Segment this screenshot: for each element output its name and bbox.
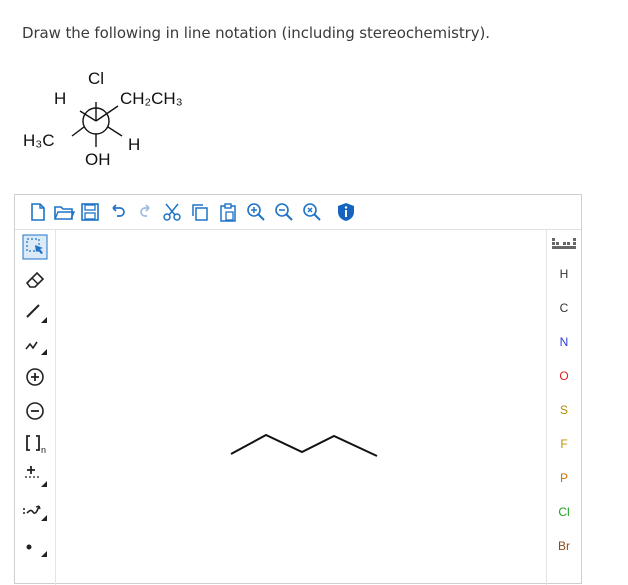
new-document-icon[interactable] (27, 201, 49, 223)
label-ch2ch3: CH₂CH₃ (120, 89, 183, 108)
element-palette: H C N O S F P Cl Br (546, 229, 581, 585)
element-button-c[interactable]: C (547, 301, 581, 315)
open-folder-icon[interactable] (53, 201, 75, 223)
element-button-h[interactable]: H (547, 267, 581, 281)
element-button-p[interactable]: P (547, 471, 581, 485)
label-oh: OH (85, 150, 111, 169)
label-h-back: H (128, 135, 140, 154)
zoom-fit-icon[interactable] (301, 201, 323, 223)
undo-icon[interactable] (107, 201, 129, 223)
structure-editor: n H C N O S F P Cl Br (14, 194, 582, 585)
label-h3c: H₃C (23, 131, 54, 150)
left-toolbar: n (15, 229, 56, 585)
lone-pair-icon[interactable] (21, 531, 49, 559)
zoom-in-icon[interactable] (245, 201, 267, 223)
element-button-f[interactable]: F (547, 437, 581, 451)
element-button-s[interactable]: S (547, 403, 581, 417)
periodic-table-icon[interactable] (551, 237, 577, 251)
cut-icon[interactable] (161, 201, 183, 223)
newman-projection: Cl H CH₂CH₃ H₃C H OH (23, 69, 183, 169)
copy-icon[interactable] (189, 201, 211, 223)
drawing-canvas[interactable] (56, 230, 548, 585)
drawn-skeletal-structure[interactable] (230, 433, 378, 457)
chain-tool-icon[interactable] (21, 329, 49, 357)
redo-icon[interactable] (133, 201, 155, 223)
bracket-n-label: n (41, 445, 46, 455)
back-bond-right (107, 126, 123, 137)
bracket-tool-icon[interactable]: n (21, 429, 49, 457)
select-tool-icon[interactable] (21, 233, 49, 261)
save-icon[interactable] (79, 201, 101, 223)
editor-toolbar (15, 195, 581, 230)
curved-arrow-icon[interactable] (21, 495, 49, 523)
radical-arrow-icon[interactable] (21, 461, 49, 489)
element-button-o[interactable]: O (547, 369, 581, 383)
zoom-out-icon[interactable] (273, 201, 295, 223)
single-bond-icon[interactable] (21, 297, 49, 325)
paste-icon[interactable] (217, 201, 239, 223)
back-bond-left (71, 126, 85, 137)
element-button-cl[interactable]: Cl (547, 505, 581, 519)
eraser-icon[interactable] (21, 265, 49, 293)
element-button-n[interactable]: N (547, 335, 581, 349)
label-h-front: H (54, 89, 66, 108)
element-button-br[interactable]: Br (547, 539, 581, 553)
info-icon[interactable] (335, 201, 357, 223)
negative-charge-icon[interactable] (21, 397, 49, 425)
label-cl: Cl (88, 69, 104, 88)
positive-charge-icon[interactable] (21, 363, 49, 391)
